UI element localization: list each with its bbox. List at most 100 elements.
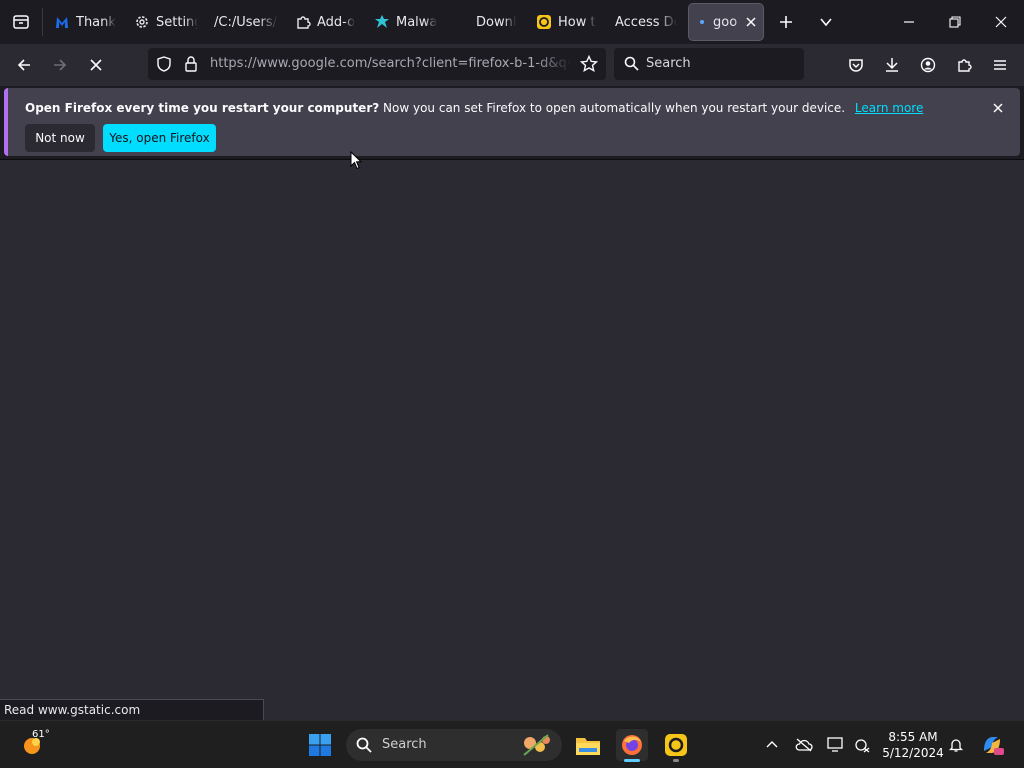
hamburger-menu-icon (994, 60, 1006, 70)
tab-label: Downl (476, 14, 517, 30)
bookmark-star-icon[interactable] (580, 55, 598, 73)
clock-date: 5/12/2024 (882, 746, 944, 760)
tab-strip: Thank Setting /C:/Users/\ Add-o Malwa Do… (0, 0, 1024, 44)
network-tray-icon[interactable] (846, 729, 878, 761)
learn-more-link[interactable]: Learn more (855, 101, 923, 115)
url-text[interactable]: https://www.google.com/search?client=fir… (210, 56, 572, 71)
address-bar[interactable]: https://www.google.com/search?client=fir… (148, 48, 606, 80)
tab-downloads[interactable]: Downl (476, 4, 520, 40)
onedrive-status[interactable] (788, 729, 820, 761)
shield-icon[interactable] (156, 56, 172, 72)
notification-title: Open Firefox every time you restart your… (25, 101, 380, 115)
firefox-icon (622, 735, 642, 755)
minimize-icon (904, 21, 914, 23)
search-placeholder: Search (646, 56, 691, 71)
plus-icon (780, 16, 792, 28)
loading-dot-icon (700, 20, 704, 24)
cloud-offline-icon (795, 738, 813, 752)
tab-label: Thank (76, 14, 116, 30)
taskbar-firefox[interactable] (616, 729, 648, 762)
taskbar-file-explorer[interactable] (572, 729, 604, 761)
malwarebytes-icon (56, 17, 68, 28)
copilot-icon (984, 737, 1004, 755)
forward-button[interactable] (45, 50, 75, 80)
minimize-button[interactable] (886, 0, 932, 44)
show-hidden-icons-button[interactable] (756, 729, 788, 761)
folder-icon (576, 738, 600, 755)
puzzle-icon (297, 16, 311, 29)
taskbar-search-label: Search (382, 737, 427, 752)
clock-time: 8:55 AM (888, 730, 938, 744)
page-content-area[interactable] (0, 160, 1024, 720)
restart-notification-bar: Open Firefox every time you restart your… (4, 88, 1020, 156)
forward-arrow-icon (54, 59, 67, 71)
download-icon (886, 58, 898, 72)
close-tab-icon[interactable] (745, 16, 757, 28)
notification-text: Open Firefox every time you restart your… (25, 101, 923, 115)
search-icon (624, 56, 639, 71)
weather-temperature: 61° (32, 729, 50, 740)
copilot-button[interactable] (976, 729, 1008, 761)
network-icon (855, 739, 870, 753)
close-window-button[interactable] (978, 0, 1024, 44)
restore-button[interactable] (932, 0, 978, 44)
malware-icon (375, 15, 389, 28)
bell-icon (948, 739, 964, 752)
tab-label: Malwa (396, 14, 438, 30)
not-now-button[interactable]: Not now (25, 124, 95, 152)
stop-icon (90, 59, 102, 71)
navigation-toolbar: https://www.google.com/search?client=fir… (0, 44, 1024, 86)
tab-access-denied[interactable]: Access De (615, 4, 677, 40)
back-button[interactable] (9, 50, 39, 80)
tab-settings[interactable]: Setting (134, 4, 198, 40)
tab-add-ons[interactable]: Add-o (295, 4, 359, 40)
status-bar: Read www.gstatic.com (0, 699, 264, 720)
back-arrow-icon (17, 59, 30, 71)
search-bar[interactable]: Search (614, 48, 804, 80)
yellow-app-icon (537, 15, 551, 29)
account-icon (920, 57, 936, 73)
restore-icon (949, 16, 961, 28)
taskbar-clock[interactable]: 8:55 AM 5/12/2024 (878, 729, 948, 761)
tab-label: /C:/Users/\ (214, 14, 278, 30)
tab-local-file[interactable]: /C:/Users/\ (214, 4, 278, 40)
taskbar-search-box[interactable]: Search (346, 729, 562, 761)
windows-taskbar: 61° Search 8:55 AM 5/12/2024 (0, 720, 1024, 768)
account-button[interactable] (913, 50, 943, 80)
chevron-down-icon (820, 18, 832, 27)
close-icon (995, 16, 1007, 28)
yes-open-firefox-button[interactable]: Yes, open Firefox (103, 124, 216, 152)
pocket-icon (849, 59, 863, 72)
search-highlight-flowers-icon (523, 734, 550, 756)
tab-label: goo (713, 14, 738, 30)
gear-icon (136, 16, 148, 28)
notifications-button[interactable] (940, 729, 972, 761)
close-notification-icon[interactable] (990, 100, 1006, 116)
firefox-view-icon (13, 15, 29, 29)
firefox-view-button[interactable] (0, 0, 42, 44)
tab-label: How to (558, 14, 596, 30)
tab-label: Setting (156, 14, 198, 30)
puzzle-icon (958, 59, 972, 72)
taskbar-yellow-app[interactable] (660, 729, 692, 762)
start-button[interactable] (304, 729, 336, 761)
tab-malware[interactable]: Malwa (374, 4, 440, 40)
new-tab-button[interactable] (770, 0, 802, 44)
list-all-tabs-button[interactable] (810, 0, 842, 44)
tab-google-active[interactable]: goo (689, 4, 763, 40)
extensions-button[interactable] (949, 50, 979, 80)
tab-thank[interactable]: Thank (54, 4, 118, 40)
chevron-up-icon (766, 741, 778, 748)
downloads-button[interactable] (877, 50, 907, 80)
tab-label: Add-o (317, 14, 356, 30)
monitor-icon (827, 737, 843, 752)
lock-icon[interactable] (184, 56, 198, 72)
search-icon (356, 737, 372, 753)
tab-how-to[interactable]: How to (536, 4, 596, 40)
stop-loading-button[interactable] (81, 50, 111, 80)
pocket-button[interactable] (841, 50, 871, 80)
tab-label: Access De (615, 14, 677, 30)
yellow-app-icon (665, 734, 687, 756)
app-menu-button[interactable] (985, 50, 1015, 80)
notification-message: Now you can set Firefox to open automati… (383, 101, 846, 115)
